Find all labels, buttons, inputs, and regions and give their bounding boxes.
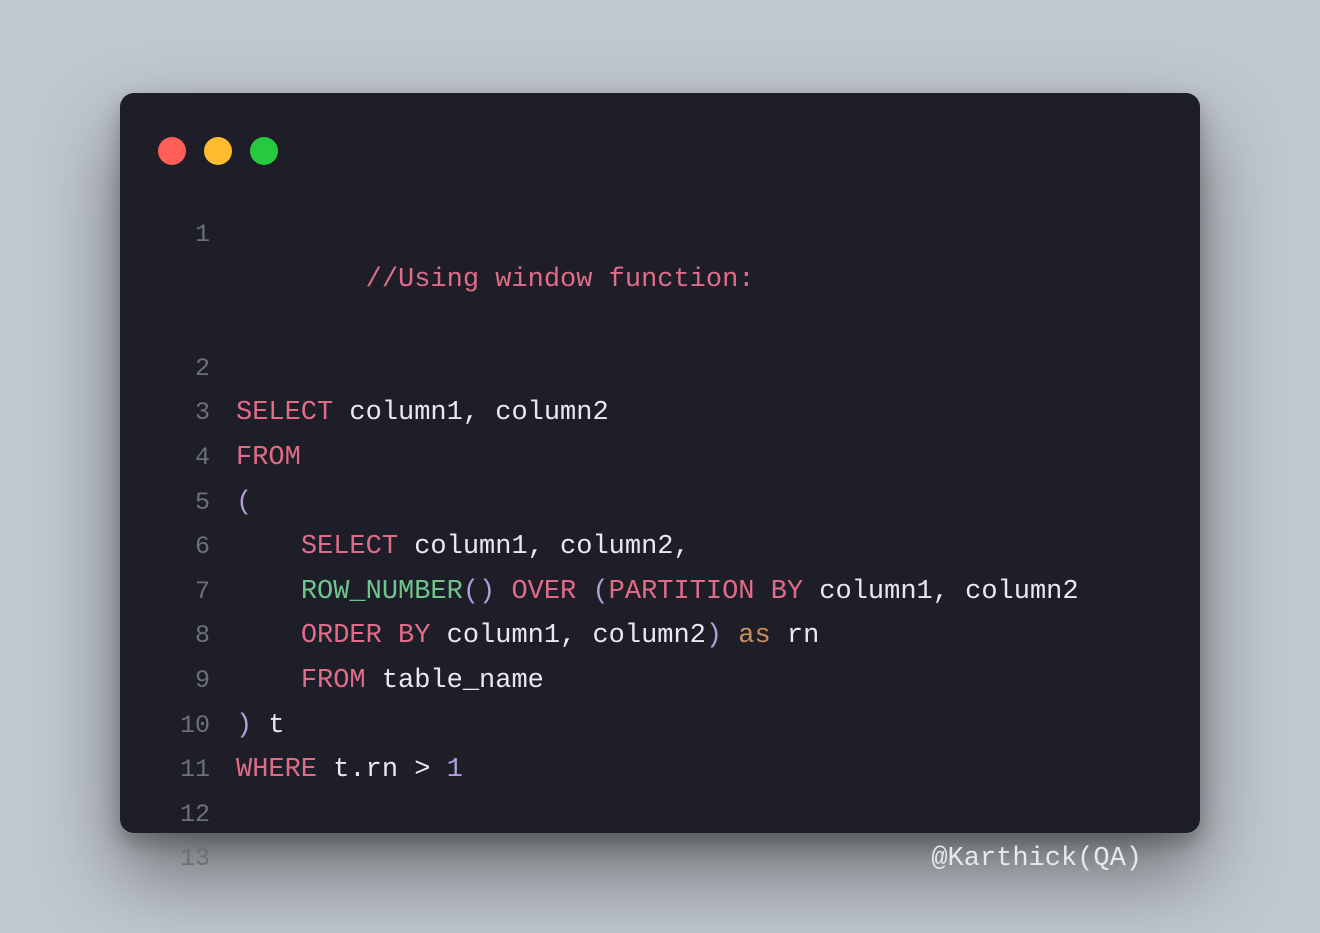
code-text: column1, column2 [333,398,608,428]
line-number: 2 [158,347,236,392]
code-paren: ( [592,577,608,607]
line-number: 1 [158,213,236,258]
code-line-5: 5 ( [158,481,1162,526]
traffic-lights [158,137,278,165]
code-text: table_name [366,666,544,696]
line-number: 3 [158,391,236,436]
code-indent [236,666,301,696]
code-line-8: 8 ORDER BY column1, column2) as rn [158,614,1162,659]
code-text: column1, column2 [430,621,705,651]
code-editor[interactable]: 1 //Using window function: 2 3 SELECT co… [158,213,1162,803]
author-credit: @Karthick(QA) [931,837,1142,882]
line-number: 4 [158,436,236,481]
code-keyword: SELECT [301,532,398,562]
code-window: 1 //Using window function: 2 3 SELECT co… [120,93,1200,833]
code-line-9: 9 FROM table_name [158,659,1162,704]
code-paren: () [463,577,495,607]
minimize-icon[interactable] [204,137,232,165]
code-line-11: 11 WHERE t.rn > 1 [158,748,1162,793]
line-number: 8 [158,614,236,659]
code-keyword: PARTITION BY [609,577,803,607]
code-line-10: 10 ) t [158,704,1162,749]
code-text: column1, column2 [803,577,1078,607]
code-text: rn [771,621,820,651]
code-line-6: 6 SELECT column1, column2, [158,525,1162,570]
code-space [576,577,592,607]
code-keyword: FROM [236,443,301,473]
code-line-13: 13 @Karthick(QA) [158,837,1162,882]
line-number: 5 [158,481,236,526]
zoom-icon[interactable] [250,137,278,165]
line-number: 9 [158,659,236,704]
code-keyword: WHERE [236,755,317,785]
code-keyword: ORDER BY [301,621,431,651]
code-text: column1, column2, [398,532,690,562]
code-line-1: 1 //Using window function: [158,213,1162,347]
code-indent [236,532,301,562]
code-text: t [252,711,284,741]
code-paren: ) [706,621,722,651]
code-text: t.rn > [317,755,447,785]
code-keyword: as [738,621,770,651]
line-number: 13 [158,837,236,882]
code-space [495,577,511,607]
code-keyword: FROM [301,666,366,696]
code-line-7: 7 ROW_NUMBER() OVER (PARTITION BY column… [158,570,1162,615]
code-paren: ( [236,488,252,518]
code-comment: //Using window function: [366,265,755,295]
line-number: 12 [158,793,236,838]
code-line-12: 12 [158,793,1162,838]
code-indent [236,621,301,651]
code-line-2: 2 [158,347,1162,392]
code-number: 1 [447,755,463,785]
line-number: 6 [158,525,236,570]
code-paren: ) [236,711,252,741]
code-keyword: OVER [511,577,576,607]
close-icon[interactable] [158,137,186,165]
line-number: 7 [158,570,236,615]
code-keyword: SELECT [236,398,333,428]
code-indent [236,577,301,607]
code-line-3: 3 SELECT column1, column2 [158,391,1162,436]
code-function: ROW_NUMBER [301,577,463,607]
line-number: 11 [158,748,236,793]
code-line-4: 4 FROM [158,436,1162,481]
line-number: 10 [158,704,236,749]
code-space [722,621,738,651]
